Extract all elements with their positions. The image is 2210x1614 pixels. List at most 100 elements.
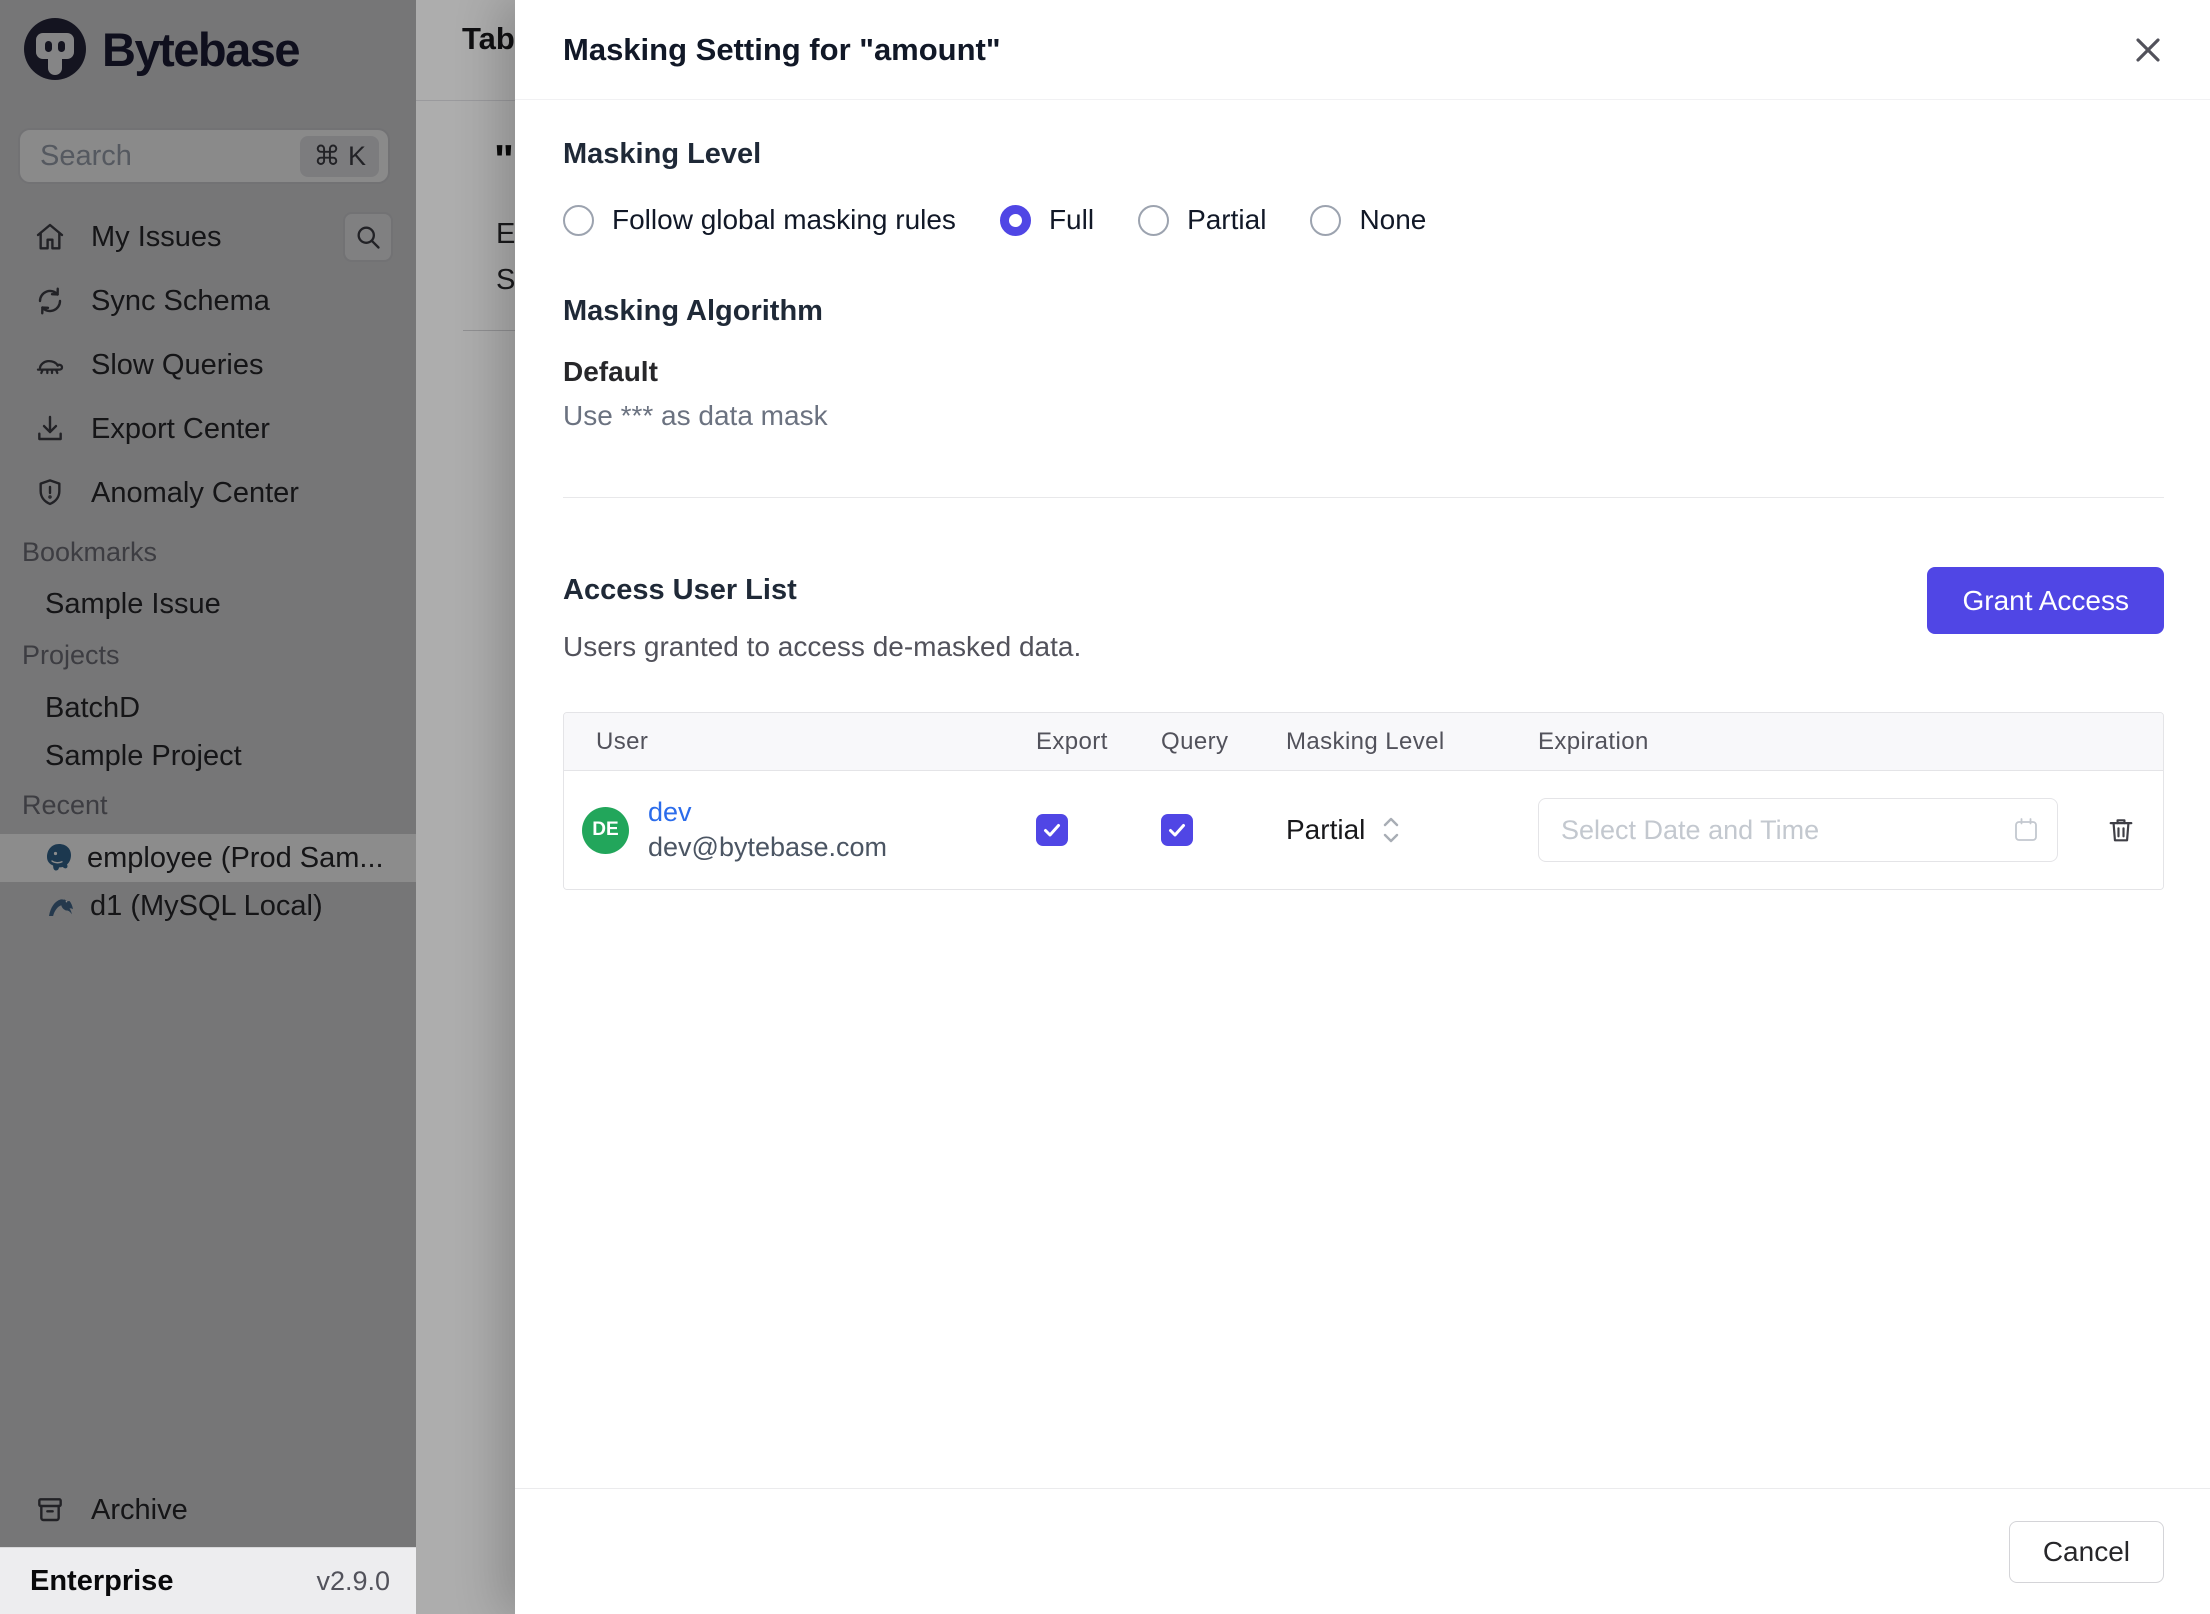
algorithm-name: Default bbox=[563, 356, 658, 387]
table-row: DE dev dev@bytebase.com Partial Select D… bbox=[564, 771, 2163, 889]
shield-icon bbox=[34, 477, 66, 509]
sidebar-item-slow-queries[interactable]: Slow Queries bbox=[0, 333, 416, 397]
background-quote-fragment: " bbox=[494, 136, 514, 183]
background-text-fragment: S bbox=[496, 264, 516, 296]
modal-header: Masking Setting for "amount" bbox=[515, 0, 2210, 100]
app-title: Bytebase bbox=[102, 22, 301, 76]
bytebase-logo-icon bbox=[22, 16, 88, 82]
sidebar-item-sync-schema[interactable]: Sync Schema bbox=[0, 269, 416, 333]
sidebar-item-my-issues[interactable]: My Issues bbox=[0, 205, 416, 269]
column-header-masking-level: Masking Level bbox=[1286, 727, 1445, 755]
search-shortcut-badge: ⌘ K bbox=[300, 135, 379, 177]
masking-algorithm-heading: Masking Algorithm bbox=[563, 295, 823, 327]
logo: Bytebase bbox=[22, 16, 301, 82]
bytebase-app: Bytebase Search ⌘ K My Issues Sync Schem… bbox=[0, 0, 2210, 1614]
sidebar-item-label: Archive bbox=[91, 1493, 188, 1526]
background-text-fragment: E bbox=[496, 218, 516, 250]
export-checkbox[interactable] bbox=[1036, 814, 1068, 846]
expiration-placeholder: Select Date and Time bbox=[1561, 814, 1820, 845]
background-page: Tab " E S bbox=[416, 0, 515, 1614]
section-divider bbox=[563, 497, 2164, 498]
sidebar-item-label: Anomaly Center bbox=[91, 476, 299, 509]
sidebar-item-label: Export Center bbox=[91, 412, 270, 445]
sidebar-item-d1-db[interactable]: d1 (MySQL Local) bbox=[0, 882, 416, 930]
calendar-icon bbox=[2011, 815, 2041, 845]
user-email: dev@bytebase.com bbox=[648, 832, 888, 862]
user-cell: DE dev dev@bytebase.com bbox=[564, 797, 1034, 863]
user-info: dev dev@bytebase.com bbox=[648, 797, 887, 863]
sidebar-item-employee-db[interactable]: employee (Prod Sam... bbox=[0, 834, 416, 882]
close-icon[interactable] bbox=[2128, 30, 2168, 70]
modal-footer: Cancel bbox=[515, 1488, 2210, 1614]
sidebar-item-batchd[interactable]: BatchD bbox=[0, 684, 416, 732]
masking-level-select[interactable]: Partial bbox=[1286, 814, 1402, 846]
postgres-icon bbox=[42, 841, 76, 875]
plan-label[interactable]: Enterprise bbox=[30, 1565, 316, 1598]
access-user-list-subtitle: Users granted to access de-masked data. bbox=[563, 631, 1082, 662]
sidebar-footer: Enterprise v2.9.0 bbox=[0, 1547, 416, 1614]
turtle-icon bbox=[34, 349, 66, 381]
radio-follow-global[interactable]: Follow global masking rules bbox=[563, 204, 956, 236]
mysql-icon bbox=[45, 889, 79, 923]
access-user-list-heading: Access User List bbox=[563, 574, 797, 606]
background-divider bbox=[463, 330, 515, 331]
sidebar-item-label: employee (Prod Sam... bbox=[87, 841, 384, 874]
sidebar-item-sample-project[interactable]: Sample Project bbox=[0, 732, 416, 780]
sidebar-item-sample-issue[interactable]: Sample Issue bbox=[0, 580, 416, 628]
search-input[interactable]: Search ⌘ K bbox=[18, 128, 390, 184]
cancel-button[interactable]: Cancel bbox=[2008, 1520, 2164, 1583]
radio-none[interactable]: None bbox=[1310, 204, 1426, 236]
modal-title: Masking Setting for "amount" bbox=[563, 31, 1001, 67]
trash-icon[interactable] bbox=[2105, 814, 2137, 846]
home-icon bbox=[34, 221, 66, 253]
radio-icon bbox=[1310, 204, 1342, 236]
query-cell bbox=[1156, 814, 1280, 846]
radio-partial[interactable]: Partial bbox=[1138, 204, 1266, 236]
masking-level-value: Partial bbox=[1286, 814, 1366, 845]
expiration-date-input[interactable]: Select Date and Time bbox=[1538, 798, 2058, 862]
sidebar-item-label: Slow Queries bbox=[91, 348, 264, 381]
sidebar-item-label: Sample Project bbox=[45, 739, 242, 772]
search-placeholder: Search bbox=[40, 139, 132, 172]
user-link[interactable]: dev bbox=[648, 797, 887, 828]
section-title-recent: Recent bbox=[22, 790, 108, 820]
archive-icon bbox=[34, 1494, 66, 1526]
sidebar: Bytebase Search ⌘ K My Issues Sync Schem… bbox=[0, 0, 416, 1614]
column-header-query: Query bbox=[1161, 727, 1229, 755]
section-title-bookmarks: Bookmarks bbox=[22, 537, 158, 567]
radio-icon bbox=[563, 204, 594, 236]
masking-level-cell: Partial bbox=[1280, 814, 1532, 846]
avatar: DE bbox=[582, 806, 629, 854]
radio-label: None bbox=[1359, 204, 1427, 235]
radio-label: Partial bbox=[1187, 204, 1267, 235]
version-label: v2.9.0 bbox=[316, 1565, 390, 1596]
masking-level-radio-group: Follow global masking rules Full Partial… bbox=[563, 202, 1426, 238]
export-cell bbox=[1034, 814, 1156, 846]
background-header-divider bbox=[416, 100, 515, 101]
algorithm-description: Use *** as data mask bbox=[563, 400, 828, 431]
sidebar-item-label: BatchD bbox=[45, 691, 141, 724]
access-user-table: User Export Query Masking Level Expirati… bbox=[563, 712, 2164, 890]
masking-level-heading: Masking Level bbox=[563, 138, 762, 170]
expiration-cell: Select Date and Time bbox=[1532, 798, 2079, 862]
sidebar-item-archive[interactable]: Archive bbox=[0, 1482, 416, 1538]
sync-icon bbox=[34, 285, 66, 317]
sidebar-nav: My Issues Sync Schema Slow Queries Expor… bbox=[0, 205, 416, 525]
sidebar-item-export-center[interactable]: Export Center bbox=[0, 397, 416, 461]
query-checkbox[interactable] bbox=[1161, 814, 1193, 846]
table-header-row: User Export Query Masking Level Expirati… bbox=[564, 713, 2163, 771]
sidebar-item-label: d1 (MySQL Local) bbox=[90, 889, 323, 922]
radio-checked-icon bbox=[999, 204, 1031, 236]
radio-icon bbox=[1138, 204, 1170, 236]
sidebar-item-anomaly-center[interactable]: Anomaly Center bbox=[0, 461, 416, 525]
section-title-projects: Projects bbox=[22, 640, 120, 670]
sidebar-item-label: My Issues bbox=[91, 220, 222, 253]
radio-full[interactable]: Full bbox=[999, 204, 1095, 236]
download-icon bbox=[34, 413, 66, 445]
column-header-export: Export bbox=[1036, 727, 1108, 755]
radio-label: Full bbox=[1048, 204, 1095, 235]
chevron-up-down-icon bbox=[1380, 815, 1402, 845]
grant-access-button[interactable]: Grant Access bbox=[1927, 567, 2164, 634]
column-header-expiration: Expiration bbox=[1538, 727, 1649, 755]
sidebar-item-label: Sample Issue bbox=[45, 587, 221, 620]
